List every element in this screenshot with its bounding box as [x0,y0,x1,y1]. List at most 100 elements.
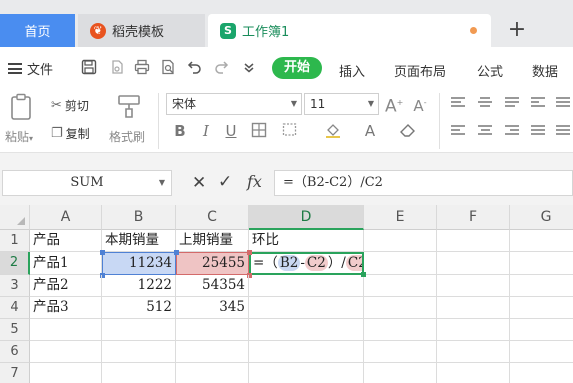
cell-c4[interactable]: 345 [176,297,249,319]
align-bottom-icon[interactable] [505,97,519,107]
paste-button[interactable]: 粘贴▾ [5,91,45,147]
row-header[interactable]: 3 [0,275,30,297]
grid-cell[interactable] [364,319,437,341]
redo-icon[interactable] [212,59,230,77]
font-name-select[interactable]: 宋体 ▼ [166,93,302,115]
print-preview-icon[interactable] [159,59,177,77]
tab-workbook[interactable]: S 工作簿1 [208,14,491,47]
grid-cell[interactable] [437,297,510,319]
row-header[interactable]: 5 [0,319,30,341]
grid-cell[interactable] [364,230,437,252]
row-header[interactable]: 7 [0,363,30,383]
italic-icon[interactable]: I [196,122,216,140]
column-header[interactable]: F [437,205,510,230]
row-header[interactable]: 6 [0,341,30,363]
grid-cell[interactable] [30,363,102,383]
underline-icon[interactable]: U [221,122,241,140]
column-header[interactable]: E [364,205,437,230]
grid-cell[interactable] [249,275,364,297]
cancel-icon[interactable]: ✕ [192,173,206,193]
font-size-select[interactable]: 11 ▼ [304,93,379,115]
column-header-active[interactable]: D [249,205,364,230]
grid-cell[interactable] [249,341,364,363]
cell-c2[interactable]: 25455 [176,252,249,275]
grid-cell[interactable] [510,297,573,319]
grid-cell[interactable] [364,275,437,297]
cell-b3[interactable]: 1222 [102,275,176,297]
print-icon[interactable] [133,59,151,77]
grid-cell[interactable] [364,297,437,319]
customize-toolbar-icon[interactable] [240,59,258,77]
ref-handle[interactable] [174,250,179,255]
cell-d2-editing[interactable]: =（B2-C2）/C2 [249,252,364,275]
cell-style-icon[interactable] [280,122,300,142]
tab-page-layout[interactable]: 页面布局 [394,61,446,80]
merge-icon[interactable] [556,97,570,107]
grid-cell[interactable] [437,341,510,363]
name-box[interactable]: SUM ▼ [2,170,172,196]
tab-start[interactable]: 开始 [272,57,322,79]
tab-home[interactable]: 首页 [0,14,75,47]
tab-data[interactable]: 数据 [532,61,558,80]
cell-b1[interactable]: 本期销量 [102,230,176,252]
grid-cell[interactable] [437,319,510,341]
grid-cell[interactable] [364,363,437,383]
grid-cell[interactable] [364,252,437,275]
cell-a2[interactable]: 产品1 [30,252,102,275]
formula-input[interactable]: =（B2-C2）/C2 [274,170,573,196]
grid-cell[interactable] [510,363,573,383]
cell-c3[interactable]: 54354 [176,275,249,297]
column-header[interactable]: B [102,205,176,230]
cell-b2[interactable]: 11234 [102,252,176,275]
tab-formulas[interactable]: 公式 [477,61,503,80]
column-header[interactable]: C [176,205,249,230]
ref-handle[interactable] [247,250,252,255]
grid-cell[interactable] [102,341,176,363]
grid-cell[interactable] [510,319,573,341]
row-header[interactable]: 1 [0,230,30,252]
grid-cell[interactable] [437,275,510,297]
grid-cell[interactable] [437,230,510,252]
eraser-icon[interactable] [398,122,418,142]
align-center-icon[interactable] [478,125,492,135]
grid-cell[interactable] [437,363,510,383]
grid-cell[interactable] [102,319,176,341]
grid-cell[interactable] [249,363,364,383]
increase-font-icon[interactable]: A+ [385,94,403,116]
bold-icon[interactable]: B [170,122,190,140]
distribute-icon[interactable] [556,125,570,135]
grid-cell[interactable] [510,252,573,275]
decrease-font-icon[interactable]: A- [411,94,429,115]
grid-cell[interactable] [176,341,249,363]
tab-insert[interactable]: 插入 [339,61,365,80]
grid-cell[interactable] [249,319,364,341]
grid-cell[interactable] [176,319,249,341]
align-top-icon[interactable] [451,97,465,107]
grid-cell[interactable] [102,363,176,383]
column-header[interactable]: G [510,205,573,230]
row-header[interactable]: 4 [0,297,30,319]
fill-handle[interactable] [361,272,366,277]
tab-template[interactable]: ❦ 稻壳模板 [78,14,205,47]
grid-cell[interactable] [510,275,573,297]
column-header[interactable]: A [30,205,102,230]
new-tab-button[interactable]: + [507,18,527,42]
row-header-active[interactable]: 2 [0,252,30,275]
grid-cell[interactable] [364,341,437,363]
file-menu[interactable]: 文件 [8,59,53,78]
align-left-icon[interactable] [451,125,465,135]
cell-b4[interactable]: 512 [102,297,176,319]
grid-cell[interactable] [30,319,102,341]
format-painter-button[interactable]: 格式刷 [107,91,151,147]
ref-handle[interactable] [100,250,105,255]
grid-cell[interactable] [510,230,573,252]
grid-cell[interactable] [249,297,364,319]
select-all-button[interactable] [0,205,30,230]
fill-color-icon[interactable] [323,122,343,142]
cell-a4[interactable]: 产品3 [30,297,102,319]
grid-cell[interactable] [176,363,249,383]
cell-a3[interactable]: 产品2 [30,275,102,297]
align-middle-icon[interactable] [478,97,492,107]
grid-cell[interactable] [437,252,510,275]
align-right-icon[interactable] [505,125,519,135]
